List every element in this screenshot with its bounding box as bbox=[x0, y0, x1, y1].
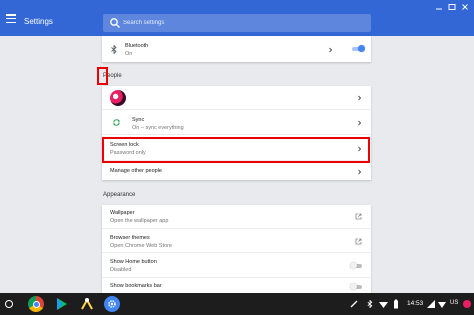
sync-status: On – sync everything bbox=[132, 125, 184, 131]
bluetooth-tray-icon bbox=[367, 300, 373, 308]
show-home-button-label: Show Home button bbox=[110, 259, 157, 265]
input-locale-indicator[interactable]: US bbox=[450, 300, 458, 306]
chrome-icon[interactable] bbox=[28, 296, 44, 312]
manage-people-label: Manage other people bbox=[110, 168, 162, 174]
menu-button[interactable] bbox=[6, 14, 16, 24]
show-home-button-status: Disabled bbox=[110, 267, 132, 273]
people-card: Sync On – sync everything Screen lock Pa… bbox=[102, 86, 371, 180]
wifi-icon bbox=[379, 302, 388, 308]
show-home-button-toggle[interactable] bbox=[350, 262, 363, 270]
window-controls bbox=[432, 2, 472, 12]
signal-icon bbox=[427, 300, 435, 308]
chevron-right-icon[interactable] bbox=[328, 47, 333, 53]
chevron-right-icon[interactable] bbox=[357, 95, 362, 101]
sync-label: Sync bbox=[132, 117, 145, 123]
bluetooth-row[interactable]: Bluetooth On bbox=[102, 36, 371, 62]
launcher-icon[interactable] bbox=[5, 300, 13, 308]
page-title: Settings bbox=[24, 17, 53, 26]
wallpaper-row[interactable]: Wallpaper Open the wallpaper app bbox=[102, 205, 371, 228]
browser-themes-row[interactable]: Browser themes Open Chrome Web Store bbox=[102, 228, 371, 252]
bluetooth-status: On bbox=[125, 51, 133, 57]
screen-lock-highlight bbox=[102, 137, 370, 163]
avatar bbox=[110, 90, 126, 106]
clock[interactable]: 14:53 bbox=[407, 300, 423, 307]
wallpaper-label: Wallpaper bbox=[110, 210, 135, 216]
chevron-right-icon[interactable] bbox=[357, 169, 362, 175]
chevron-right-icon[interactable] bbox=[357, 120, 362, 126]
sync-icon bbox=[112, 119, 121, 126]
settings-app-icon[interactable] bbox=[104, 296, 120, 312]
search-icon bbox=[110, 18, 120, 28]
app-header: Settings bbox=[0, 0, 474, 36]
stylus-icon[interactable] bbox=[350, 300, 358, 308]
sync-row[interactable]: Sync On – sync everything bbox=[102, 109, 371, 134]
python-app-icon[interactable] bbox=[79, 296, 95, 312]
show-bookmarks-bar-toggle[interactable] bbox=[350, 283, 363, 291]
browser-themes-subtext: Open Chrome Web Store bbox=[110, 243, 172, 249]
gear-icon bbox=[108, 300, 116, 308]
show-bookmarks-bar-row[interactable]: Show bookmarks bar bbox=[102, 277, 371, 293]
battery-icon bbox=[394, 299, 398, 309]
manage-people-row[interactable]: Manage other people bbox=[102, 160, 371, 180]
search-box[interactable] bbox=[103, 14, 371, 32]
profile-row[interactable] bbox=[102, 86, 371, 109]
appearance-section-heading: Appearance bbox=[103, 192, 136, 198]
bluetooth-icon bbox=[111, 45, 117, 54]
browser-themes-label: Browser themes bbox=[110, 235, 150, 241]
avatar[interactable] bbox=[463, 300, 471, 308]
network-icon bbox=[438, 302, 446, 308]
show-home-button-row[interactable]: Show Home button Disabled bbox=[102, 252, 371, 277]
maximize-icon[interactable] bbox=[447, 2, 457, 12]
search-input[interactable] bbox=[123, 14, 363, 32]
show-bookmarks-bar-label: Show bookmarks bar bbox=[110, 283, 162, 289]
bluetooth-card: Bluetooth On bbox=[102, 36, 371, 62]
minimize-icon[interactable] bbox=[434, 2, 444, 12]
play-store-icon[interactable] bbox=[53, 296, 69, 312]
bluetooth-label: Bluetooth bbox=[125, 43, 149, 49]
bluetooth-toggle[interactable] bbox=[352, 45, 365, 53]
open-external-icon[interactable] bbox=[355, 213, 362, 220]
shelf: 14:53 US bbox=[0, 293, 474, 315]
wallpaper-subtext: Open the wallpaper app bbox=[110, 218, 169, 224]
open-external-icon[interactable] bbox=[355, 238, 362, 245]
appearance-card: Wallpaper Open the wallpaper app Browser… bbox=[102, 205, 371, 293]
close-icon[interactable] bbox=[460, 2, 470, 12]
people-heading-highlight bbox=[97, 67, 108, 85]
